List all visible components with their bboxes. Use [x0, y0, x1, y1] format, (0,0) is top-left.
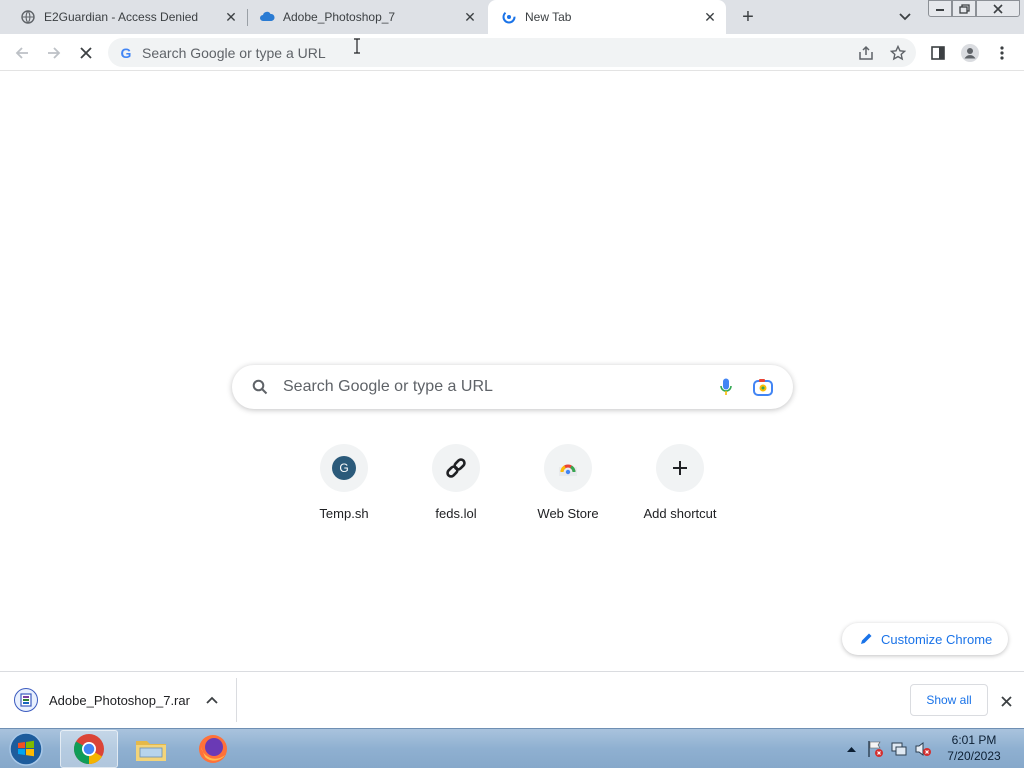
text-cursor	[353, 38, 361, 54]
link-icon	[446, 458, 466, 478]
google-g-icon: G	[120, 44, 132, 61]
restore-button[interactable]	[952, 0, 976, 17]
address-bar-placeholder: Search Google or type a URL	[142, 44, 326, 61]
chevron-down-icon	[899, 13, 911, 21]
windows-taskbar: 6:01 PM 7/20/2023	[0, 728, 1024, 768]
globe-icon	[20, 9, 36, 25]
close-icon	[80, 47, 92, 59]
tab-e2guardian[interactable]: E2Guardian - Access Denied ✕	[0, 0, 247, 34]
taskbar-firefox[interactable]	[184, 730, 242, 768]
tab-search-button[interactable]	[894, 6, 916, 28]
close-tab-icon[interactable]: ✕	[702, 9, 718, 25]
tab-title: Adobe_Photoshop_7	[283, 10, 396, 24]
shortcut-tile	[544, 444, 592, 492]
tab-adobe-photoshop[interactable]: Adobe_Photoshop_7 ✕	[248, 0, 486, 34]
side-panel-icon	[931, 46, 945, 60]
folder-icon	[136, 741, 166, 761]
ntp-search-placeholder: Search Google or type a URL	[283, 378, 493, 395]
profile-button[interactable]	[957, 40, 983, 66]
address-bar[interactable]: G Search Google or type a URL	[108, 38, 916, 67]
show-hidden-icons-button[interactable]	[843, 729, 859, 769]
action-center-flag-icon[interactable]	[864, 729, 886, 769]
close-download-bar-button[interactable]	[996, 691, 1016, 711]
tab-title: New Tab	[525, 10, 572, 24]
forward-arrow-icon	[48, 47, 61, 59]
shortcut-tile	[656, 444, 704, 492]
new-tab-button[interactable]: +	[736, 5, 760, 29]
windows-start-orb-icon	[9, 732, 43, 766]
menu-button[interactable]	[989, 40, 1015, 66]
new-tab-page: Search Google or type a URL G Temp.sh fe…	[0, 72, 1024, 670]
minimize-button[interactable]	[928, 0, 952, 17]
download-bar: Adobe_Photoshop_7.rar Show all	[0, 671, 1024, 728]
stop-loading-button[interactable]	[73, 40, 99, 66]
volume-muted-icon[interactable]	[912, 729, 934, 769]
cloud-icon	[259, 9, 275, 25]
rar-file-icon	[14, 688, 38, 712]
close-icon	[1000, 695, 1012, 707]
profile-avatar-icon	[961, 44, 979, 62]
download-divider	[236, 678, 237, 722]
back-arrow-icon	[15, 47, 28, 59]
chevron-up-icon	[206, 696, 218, 704]
shortcut-label: Temp.sh	[319, 506, 369, 521]
clock-date: 7/20/2023	[947, 749, 1001, 763]
customize-chrome-button[interactable]: Customize Chrome	[842, 623, 1008, 655]
show-all-button[interactable]: Show all	[910, 684, 988, 716]
share-icon[interactable]	[856, 43, 876, 63]
shortcut-web-store[interactable]: Web Store	[512, 436, 624, 536]
close-tab-icon[interactable]: ✕	[223, 9, 239, 25]
plus-icon	[673, 461, 687, 475]
shortcut-label: Web Store	[537, 506, 599, 521]
tab-title: E2Guardian - Access Denied	[44, 10, 199, 24]
shortcut-tile	[432, 444, 480, 492]
shortcut-temp-sh[interactable]: G Temp.sh	[288, 436, 400, 536]
download-file-name: Adobe_Photoshop_7.rar	[49, 692, 190, 708]
forward-button[interactable]	[41, 40, 67, 66]
shortcut-label: feds.lol	[435, 506, 477, 521]
ntp-search-box[interactable]: Search Google or type a URL	[232, 365, 793, 409]
shortcut-add[interactable]: Add shortcut	[624, 436, 736, 536]
clock-time: 6:01 PM	[951, 733, 997, 747]
chevron-up-icon	[846, 747, 856, 752]
customize-chrome-label: Customize Chrome	[881, 631, 993, 647]
close-tab-icon[interactable]: ✕	[462, 9, 478, 25]
start-button[interactable]	[4, 730, 48, 768]
shortcut-tile: G	[320, 444, 368, 492]
network-icon[interactable]	[888, 729, 910, 769]
kebab-menu-icon	[1000, 46, 1004, 60]
chrome-loading-icon	[501, 9, 517, 25]
download-options-button[interactable]	[203, 691, 221, 709]
taskbar-file-explorer[interactable]	[122, 730, 180, 768]
bookmark-star-icon[interactable]	[888, 43, 908, 63]
tab-strip: E2Guardian - Access Denied ✕ Adobe_Photo…	[0, 0, 1024, 34]
back-button[interactable]	[9, 40, 35, 66]
shortcut-label: Add shortcut	[643, 506, 717, 521]
taskbar-clock[interactable]: 6:01 PM 7/20/2023	[932, 732, 1016, 764]
toolbar: G Search Google or type a URL	[0, 34, 1024, 71]
voice-search-icon[interactable]	[716, 377, 736, 397]
side-panel-button[interactable]	[925, 40, 951, 66]
tab-new-tab[interactable]: New Tab ✕	[488, 0, 726, 34]
close-window-button[interactable]	[976, 0, 1020, 17]
google-lens-icon[interactable]	[752, 377, 774, 397]
firefox-icon	[199, 735, 227, 763]
pencil-icon	[859, 632, 873, 646]
letter-avatar-icon: G	[332, 456, 356, 480]
shortcut-feds-lol[interactable]: feds.lol	[400, 436, 512, 536]
download-item[interactable]: Adobe_Photoshop_7.rar	[14, 685, 190, 715]
chrome-icon	[73, 734, 104, 764]
taskbar-chrome[interactable]	[60, 730, 118, 768]
web-store-icon	[559, 464, 577, 476]
search-icon	[250, 377, 270, 397]
